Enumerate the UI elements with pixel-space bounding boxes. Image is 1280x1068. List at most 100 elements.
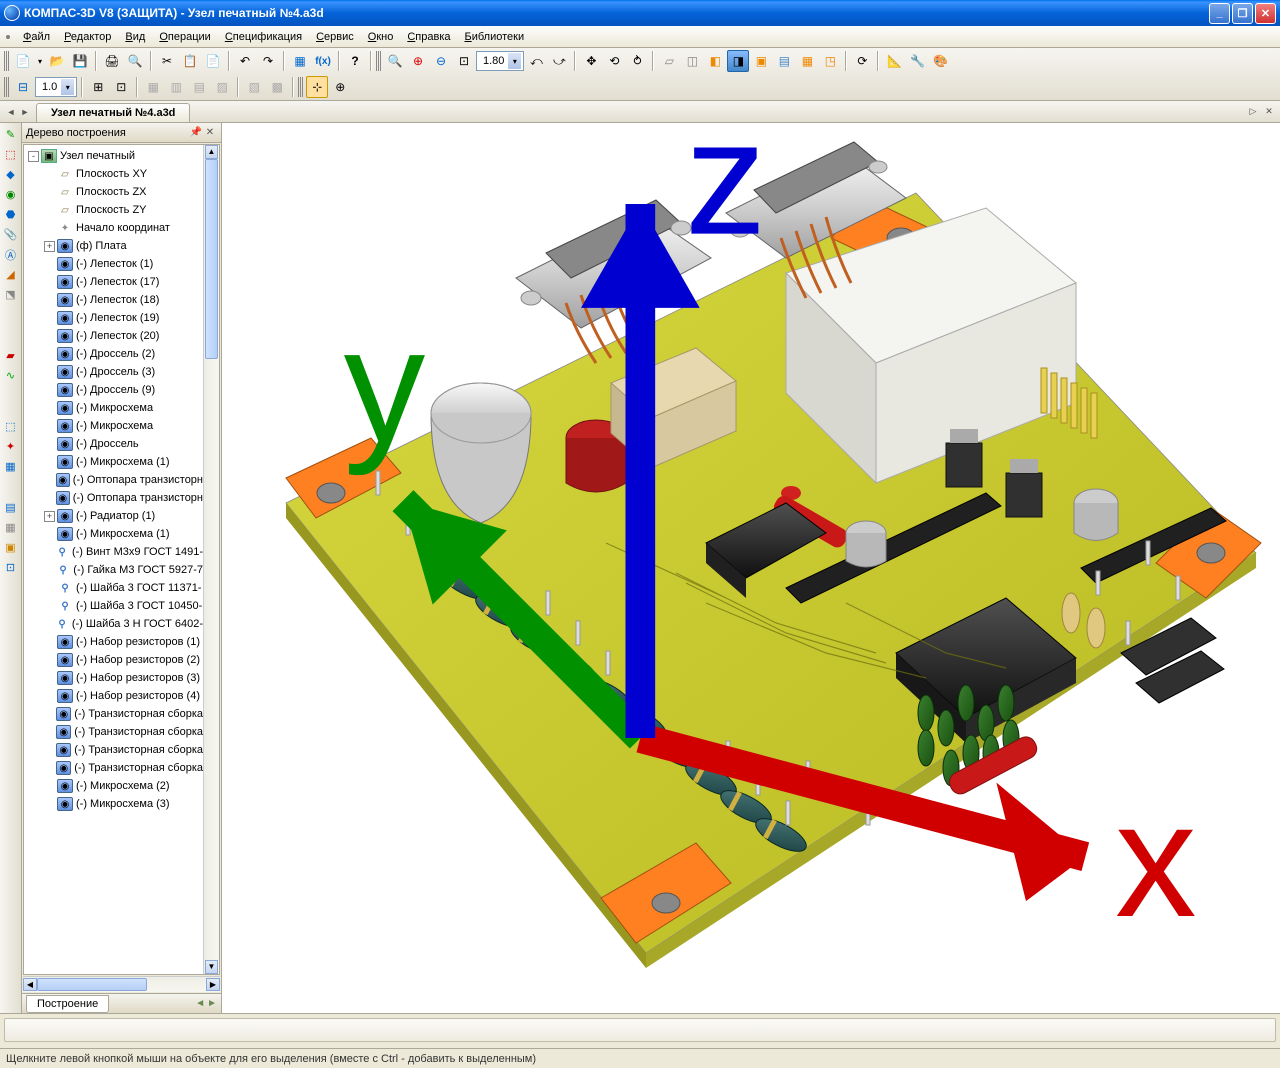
- tree-node[interactable]: ▱Плоскость ZY: [24, 201, 203, 219]
- tree-node[interactable]: ⚲(-) Винт М3х9 ГОСТ 1491-: [24, 543, 203, 561]
- tree-node[interactable]: ◉(-) Транзисторная сборка: [24, 723, 203, 741]
- tree-node[interactable]: ◉(-) Дроссель: [24, 435, 203, 453]
- lt-bom-button[interactable]: ▦: [1, 518, 20, 537]
- tab-close-button[interactable]: ✕: [1262, 104, 1276, 118]
- tab-next-button[interactable]: ►: [18, 103, 32, 121]
- tree-node[interactable]: ◉(-) Лепесток (17): [24, 273, 203, 291]
- tab-nav-right-button[interactable]: ▷: [1246, 104, 1260, 118]
- open-button[interactable]: 📂: [46, 50, 68, 72]
- grip-icon[interactable]: [4, 51, 9, 71]
- scroll-left-button[interactable]: ◀: [23, 978, 37, 991]
- tree-node[interactable]: ◉(-) Лепесток (1): [24, 255, 203, 273]
- tree-node[interactable]: ◉(-) Набор резисторов (1): [24, 633, 203, 651]
- lt-edit-button[interactable]: ✎: [1, 125, 20, 144]
- scroll-right-button[interactable]: ▶: [206, 978, 220, 991]
- grid-3-button[interactable]: ▤: [188, 76, 210, 98]
- shaded-button[interactable]: ◧: [704, 50, 726, 72]
- perspective-button[interactable]: ▤: [773, 50, 795, 72]
- menu-редактор[interactable]: Редактор: [57, 29, 118, 45]
- orbit-button[interactable]: ⥁: [626, 50, 648, 72]
- scroll-down-button[interactable]: ▼: [205, 960, 218, 974]
- tree-node[interactable]: ◉(-) Микросхема: [24, 399, 203, 417]
- lt-surf-button[interactable]: ▰: [1, 346, 20, 365]
- undo-button[interactable]: ↶: [234, 50, 256, 72]
- tab-prev-button[interactable]: ◄: [4, 103, 18, 121]
- tree-node[interactable]: ◉(-) Лепесток (19): [24, 309, 203, 327]
- tree-node[interactable]: ◉(-) Дроссель (2): [24, 345, 203, 363]
- grid-4-button[interactable]: ▨: [211, 76, 233, 98]
- lt-loft-button[interactable]: 📎: [1, 225, 20, 244]
- spec-button[interactable]: ▦: [289, 50, 311, 72]
- tree-node[interactable]: ⚲(-) Шайба 3 Н ГОСТ 6402-: [24, 615, 203, 633]
- cut-button[interactable]: ✂: [156, 50, 178, 72]
- tree-node[interactable]: ◉(-) Микросхема (3): [24, 795, 203, 813]
- tree-node[interactable]: ◉(-) Микросхема (1): [24, 525, 203, 543]
- tree-node[interactable]: ◉(-) Микросхема (2): [24, 777, 203, 795]
- maximize-button[interactable]: ❐: [1232, 3, 1253, 24]
- lt-sketch-button[interactable]: ⬚: [1, 145, 20, 164]
- menu-вид[interactable]: Вид: [118, 29, 152, 45]
- grid-2-button[interactable]: ▥: [165, 76, 187, 98]
- tree-h-scrollbar[interactable]: ◀ ▶: [23, 976, 220, 992]
- tree-tab-next-button[interactable]: ►: [207, 998, 217, 1009]
- snap-end-button[interactable]: ⊕: [329, 76, 351, 98]
- close-button[interactable]: ✕: [1255, 3, 1276, 24]
- lt-sweep-button[interactable]: ⬣: [1, 205, 20, 224]
- lt-curve-button[interactable]: ∿: [1, 366, 20, 385]
- lt-mate-button[interactable]: ⊡: [1, 558, 20, 577]
- tree-list[interactable]: -▣Узел печатный▱Плоскость XY▱Плоскость Z…: [24, 145, 203, 974]
- tree-node[interactable]: ◉(-) Транзисторная сборка: [24, 759, 203, 777]
- tree-node[interactable]: ◉(-) Транзисторная сборка: [24, 741, 203, 759]
- tree-node[interactable]: ◉(-) Оптопара транзисторн: [24, 489, 203, 507]
- lt-revolve-button[interactable]: ◉: [1, 185, 20, 204]
- minimize-button[interactable]: _: [1209, 3, 1230, 24]
- new-button[interactable]: 📄: [12, 50, 34, 72]
- lt-axis-button[interactable]: ✦: [1, 437, 20, 456]
- zoom-out-button[interactable]: ⊖: [430, 50, 452, 72]
- menu-файл[interactable]: Файл: [16, 29, 57, 45]
- tree-node[interactable]: +◉(-) Радиатор (1): [24, 507, 203, 525]
- view-orient-button[interactable]: ◳: [819, 50, 841, 72]
- tree-node[interactable]: ✦Начало координат: [24, 219, 203, 237]
- tree-v-scrollbar[interactable]: ▲ ▼: [203, 145, 219, 974]
- tree-node[interactable]: ◉(-) Лепесток (18): [24, 291, 203, 309]
- zoom-in-button[interactable]: ⊕: [407, 50, 429, 72]
- menu-библиотеки[interactable]: Библиотеки: [458, 29, 532, 45]
- step-button[interactable]: ⊟: [12, 76, 34, 98]
- zoom-window-button[interactable]: 🔍: [384, 50, 406, 72]
- tree-node[interactable]: ◉(-) Набор резисторов (2): [24, 651, 203, 669]
- shaded-edges-button[interactable]: ◨: [727, 50, 749, 72]
- tree-node[interactable]: ◉(-) Дроссель (3): [24, 363, 203, 381]
- zoom-combo[interactable]: 1.80▾: [476, 51, 524, 71]
- menu-спецификация[interactable]: Спецификация: [218, 29, 309, 45]
- new-dd-button[interactable]: ▾: [35, 50, 45, 72]
- rotate-button[interactable]: ⟲: [603, 50, 625, 72]
- viewport-3d[interactable]: x y z: [222, 123, 1280, 1013]
- wireframe-button[interactable]: ▱: [658, 50, 680, 72]
- lt-point-button[interactable]: ▦: [1, 457, 20, 476]
- menu-окно[interactable]: Окно: [361, 29, 401, 45]
- view-button[interactable]: ▦: [796, 50, 818, 72]
- grid-1-button[interactable]: ▦: [142, 76, 164, 98]
- lt-chamfer-button[interactable]: ⬔: [1, 285, 20, 304]
- pin-button[interactable]: 📌: [189, 126, 203, 140]
- grid-5-button[interactable]: ▧: [243, 76, 265, 98]
- lt-hole-button[interactable]: Ⓐ: [1, 245, 20, 264]
- tree-node[interactable]: +◉(ф) Плата: [24, 237, 203, 255]
- rebuild-button[interactable]: ⟳: [851, 50, 873, 72]
- tree-node[interactable]: ▱Плоскость XY: [24, 165, 203, 183]
- tree-node[interactable]: ⚲(-) Гайка М3 ГОСТ 5927-7: [24, 561, 203, 579]
- paste-button[interactable]: 📄: [202, 50, 224, 72]
- grip-icon[interactable]: [376, 51, 381, 71]
- tree-node[interactable]: ◉(-) Дроссель (9): [24, 381, 203, 399]
- grip-icon[interactable]: [4, 77, 9, 97]
- snap-button[interactable]: ⊞: [87, 76, 109, 98]
- tree-node[interactable]: ◉(-) Микросхема (1): [24, 453, 203, 471]
- scroll-thumb[interactable]: [37, 978, 147, 991]
- scroll-thumb[interactable]: [205, 159, 218, 359]
- tree-node[interactable]: ⚲(-) Шайба 3 ГОСТ 10450-: [24, 597, 203, 615]
- zoom-fit-button[interactable]: ⊡: [453, 50, 475, 72]
- menu-справка[interactable]: Справка: [400, 29, 457, 45]
- help-button[interactable]: ?: [344, 50, 366, 72]
- hidden-button[interactable]: ◫: [681, 50, 703, 72]
